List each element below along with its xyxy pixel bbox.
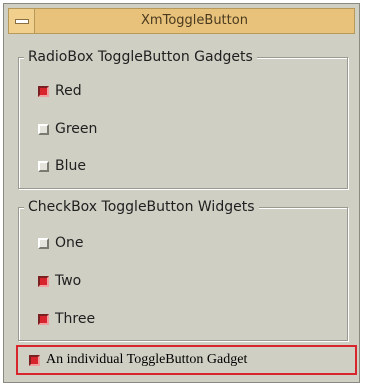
checkbox-indicator-three[interactable] [38,313,49,325]
radio-blue-label: Blue [55,158,86,174]
checkbox-two[interactable]: Two [38,271,81,291]
individual-toggle-button[interactable]: An individual ToggleButton Gadget [16,345,357,375]
title-bar[interactable]: XmToggleButton [8,8,355,34]
window-menu-icon [14,18,29,24]
radio-red-label: Red [55,83,82,99]
app-window: XmToggleButton RadioBox ToggleButton Gad… [3,3,360,383]
radio-red[interactable]: Red [38,81,82,101]
checkbox-two-label: Two [55,273,82,289]
radio-indicator-blue[interactable] [38,160,49,172]
radio-blue[interactable]: Blue [38,156,86,176]
radio-green[interactable]: Green [38,119,97,139]
checkbox-one[interactable]: One [38,233,84,253]
checkbox-indicator-one[interactable] [38,237,49,249]
radio-indicator-green[interactable] [38,123,49,135]
radio-box-title: RadioBox ToggleButton Gadgets [24,49,257,65]
checkbox-three-label: Three [55,311,96,327]
radio-green-label: Green [55,121,98,137]
checkbox-one-label: One [55,235,84,251]
individual-toggle-label: An individual ToggleButton Gadget [46,352,248,367]
check-box-title: CheckBox ToggleButton Widgets [24,199,259,215]
window-title: XmToggleButton [141,13,248,28]
radio-indicator-red[interactable] [38,85,49,97]
checkbox-indicator-two[interactable] [38,275,49,287]
window-menu-button[interactable] [9,9,35,33]
checkbox-three[interactable]: Three [38,309,95,329]
individual-toggle-indicator[interactable] [29,354,40,366]
